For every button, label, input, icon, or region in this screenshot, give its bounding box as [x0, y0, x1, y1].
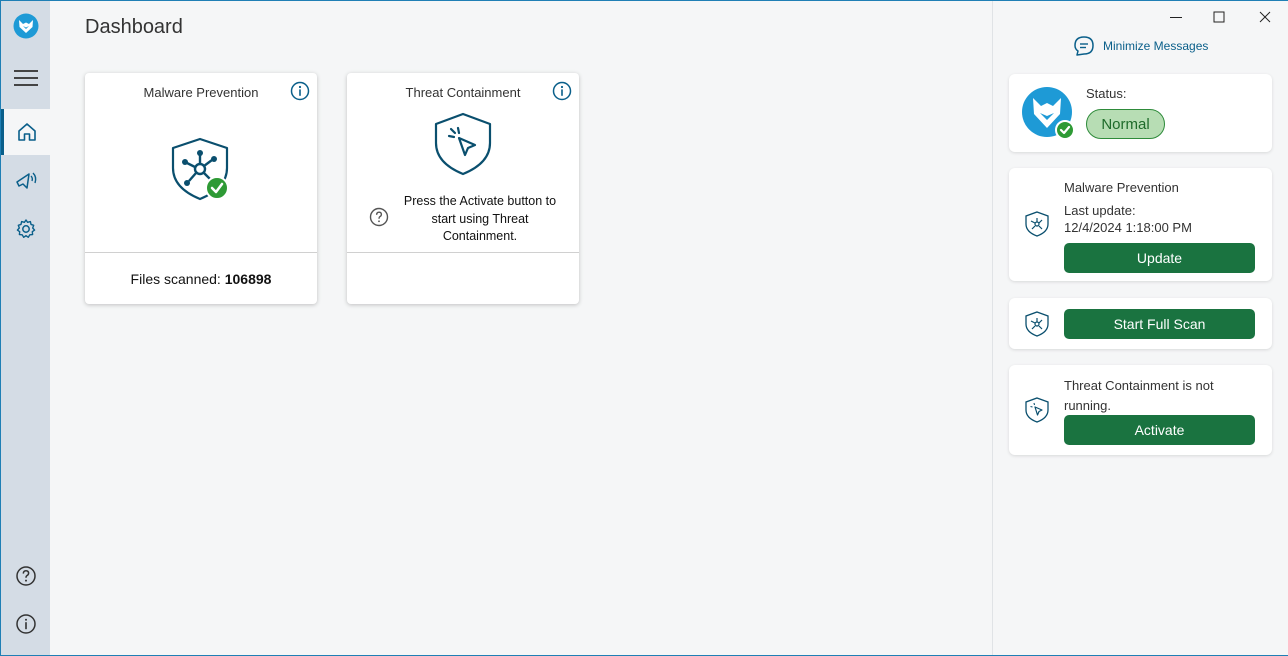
app-logo-icon: [1, 3, 50, 49]
card-title: Threat Containment: [405, 85, 521, 100]
sidebar-item-help[interactable]: [1, 553, 50, 599]
malware-prevention-card: Malware Prevention Files scanned: 106898: [85, 73, 317, 304]
card-divider: [347, 252, 579, 253]
card-divider: [85, 252, 317, 253]
start-full-scan-button[interactable]: Start Full Scan: [1064, 309, 1255, 339]
files-scanned-value: 106898: [224, 271, 272, 287]
minimize-messages-button[interactable]: Minimize Messages: [1073, 35, 1208, 57]
megaphone-icon: [15, 172, 36, 189]
status-badge: Normal: [1086, 109, 1165, 139]
sidebar: [1, 1, 50, 655]
full-scan-card: Start Full Scan: [1009, 298, 1272, 349]
page-title: Dashboard: [85, 16, 183, 38]
sidebar-item-settings[interactable]: [1, 206, 50, 252]
help-icon[interactable]: [369, 207, 389, 227]
maximize-window-icon[interactable]: [1211, 9, 1227, 25]
files-scanned-label: Files scanned:: [130, 271, 221, 287]
threat-containment-card: Threat Containment Press the Activate bu…: [347, 73, 579, 304]
last-update-value: 12/4/2024 1:18:00 PM: [1064, 220, 1192, 235]
close-icon[interactable]: [1257, 9, 1273, 25]
gear-icon: [16, 219, 35, 238]
status-card: Status: Normal: [1009, 74, 1272, 152]
fox-logo-icon: [1022, 87, 1075, 140]
last-update-label: Last update:: [1064, 203, 1136, 218]
info-icon[interactable]: [290, 81, 310, 101]
update-button[interactable]: Update: [1064, 243, 1255, 273]
threat-activate-card: Threat Containment is not running. Activ…: [1009, 365, 1272, 455]
threat-status-message: Threat Containment is not running.: [1064, 378, 1214, 413]
home-icon: [18, 123, 36, 141]
status-label: Status:: [1086, 86, 1127, 101]
messages-panel: Minimize Messages Status: Normal Malware: [992, 1, 1288, 655]
sidebar-item-notifications[interactable]: [1, 158, 50, 204]
hamburger-menu-icon[interactable]: [1, 55, 50, 101]
shield-cursor-icon: [434, 112, 492, 176]
minimize-window-icon[interactable]: [1168, 9, 1184, 25]
shield-network-icon: [1025, 311, 1049, 337]
card-title: Malware Prevention: [143, 85, 259, 100]
help-icon: [15, 566, 36, 586]
shield-network-icon: [1025, 211, 1049, 237]
sidebar-item-about[interactable]: [1, 601, 50, 647]
sidebar-item-home[interactable]: [1, 109, 50, 155]
files-scanned: Files scanned: 106898: [85, 271, 317, 287]
info-icon[interactable]: [552, 81, 572, 101]
shield-cursor-icon: [1025, 397, 1049, 423]
chat-bubble-icon: [1074, 36, 1094, 56]
minimize-messages-label: Minimize Messages: [1103, 39, 1209, 53]
malware-update-title: Malware Prevention: [1064, 180, 1179, 195]
shield-network-icon: [171, 137, 229, 201]
info-icon: [15, 614, 36, 634]
malware-update-card: Malware Prevention Last update: 12/4/202…: [1009, 168, 1272, 281]
activate-button[interactable]: Activate: [1064, 415, 1255, 445]
threat-message: Press the Activate button to start using…: [403, 194, 557, 243]
